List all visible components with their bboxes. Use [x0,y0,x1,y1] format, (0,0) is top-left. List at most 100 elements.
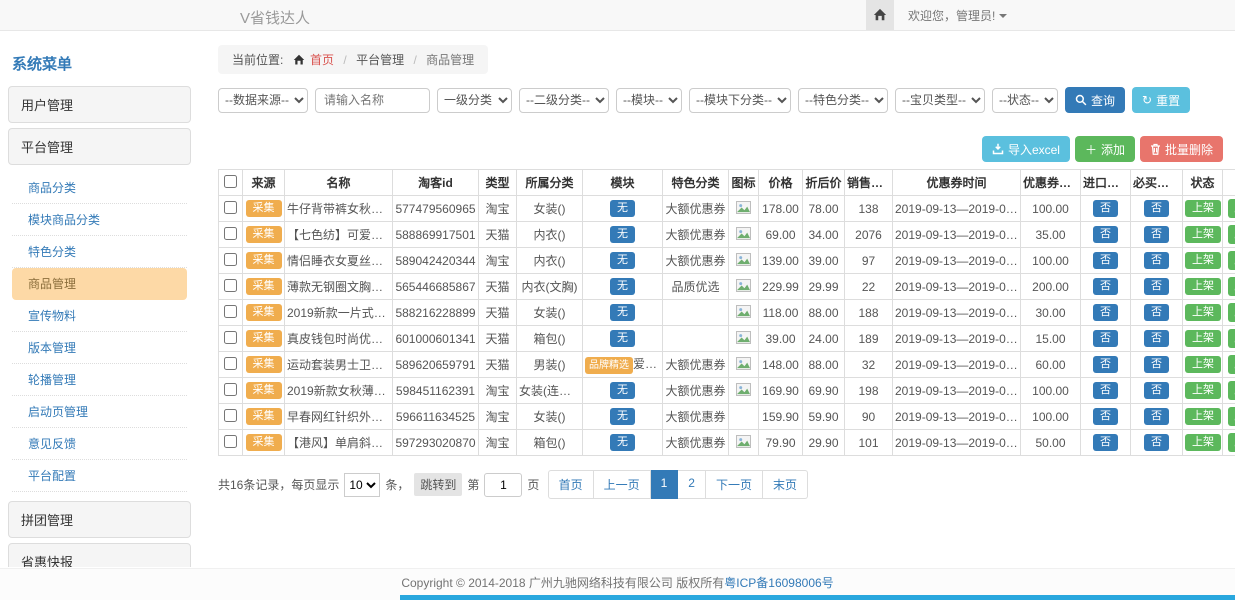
page-number-input[interactable] [484,473,522,497]
import-select-badge[interactable]: 否 [1093,356,1118,373]
batch-delete-button[interactable]: 批量删除 [1140,136,1223,162]
status-badge[interactable]: 上架 [1185,382,1221,399]
import-select-badge[interactable]: 否 [1093,434,1118,451]
edit-button[interactable] [1228,433,1235,452]
must-buy-badge[interactable]: 否 [1144,304,1169,321]
filter-select-5[interactable]: --特色分类-- [798,88,888,113]
import-select-badge[interactable]: 否 [1093,226,1118,243]
row-checkbox[interactable] [224,201,237,214]
sidebar-item-10[interactable]: 意见反馈 [12,428,187,460]
sidebar-group-1[interactable]: 平台管理 [8,128,191,165]
sidebar-item-8[interactable]: 轮播管理 [12,364,187,396]
import-select-badge[interactable]: 否 [1093,382,1118,399]
sidebar-item-3[interactable]: 模块商品分类 [12,204,187,236]
row-checkbox[interactable] [224,435,237,448]
status-badge[interactable]: 上架 [1185,304,1221,321]
row-checkbox[interactable] [224,357,237,370]
select-all-checkbox[interactable] [224,175,237,188]
page-button-末页[interactable]: 末页 [763,470,808,499]
must-buy-badge[interactable]: 否 [1144,252,1169,269]
page-button-下一页[interactable]: 下一页 [706,470,763,499]
status-badge[interactable]: 上架 [1185,226,1221,243]
must-buy-badge[interactable]: 否 [1144,226,1169,243]
must-buy-badge[interactable]: 否 [1144,382,1169,399]
status-badge[interactable]: 上架 [1185,278,1221,295]
must-buy-badge[interactable]: 否 [1144,408,1169,425]
status-badge[interactable]: 上架 [1185,356,1221,373]
sidebar-item-6[interactable]: 宣传物料 [12,300,187,332]
search-button[interactable]: 查询 [1065,87,1125,113]
jump-button[interactable]: 跳转到 [414,473,462,496]
filter-select-2[interactable]: --二级分类-- [519,88,609,113]
import-excel-button[interactable]: 导入excel [982,136,1070,162]
import-select-badge[interactable]: 否 [1093,278,1118,295]
filter-select-7[interactable]: --状态-- [992,88,1058,113]
import-select-badge[interactable]: 否 [1093,304,1118,321]
status-badge[interactable]: 上架 [1185,330,1221,347]
row-checkbox[interactable] [224,383,237,396]
user-menu[interactable]: 欢迎您，管理员! [908,7,1007,24]
feature-category: 大额优惠券 [663,430,729,456]
row-checkbox[interactable] [224,409,237,422]
sidebar-item-9[interactable]: 启动页管理 [12,396,187,428]
sidebar-item-4[interactable]: 特色分类 [12,236,187,268]
import-select-badge[interactable]: 否 [1093,252,1118,269]
edit-button[interactable] [1228,199,1235,218]
filter-select-0[interactable]: --数据来源-- [218,88,308,113]
sidebar-group-13[interactable]: 省惠快报 [8,543,191,567]
edit-button[interactable] [1228,303,1235,322]
page-button-1[interactable]: 1 [651,470,679,499]
must-buy-badge[interactable]: 否 [1144,200,1169,217]
sidebar-item-5[interactable]: 商品管理 [12,268,187,300]
sidebar-group-12[interactable]: 拼团管理 [8,501,191,538]
row-checkbox[interactable] [224,227,237,240]
must-buy-badge[interactable]: 否 [1144,356,1169,373]
home-button[interactable] [866,0,894,30]
status-badge[interactable]: 上架 [1185,434,1221,451]
sidebar-item-7[interactable]: 版本管理 [12,332,187,364]
per-page-select[interactable]: 10 [344,473,380,497]
edit-button[interactable] [1228,225,1235,244]
must-buy-badge[interactable]: 否 [1144,434,1169,451]
breadcrumb-item-current: 商品管理 [426,53,474,67]
chevron-down-icon [999,14,1007,18]
status-badge[interactable]: 上架 [1185,408,1221,425]
edit-button[interactable] [1228,381,1235,400]
edit-button[interactable] [1228,407,1235,426]
filter-select-4[interactable]: --模块下分类-- [689,88,791,113]
breadcrumb-home-link[interactable]: 首页 [310,53,334,67]
row-checkbox[interactable] [224,305,237,318]
import-select-badge[interactable]: 否 [1093,200,1118,217]
reset-button[interactable]: ↻ 重置 [1132,87,1190,113]
row-checkbox[interactable] [224,279,237,292]
edit-button[interactable] [1228,329,1235,348]
must-buy-badge[interactable]: 否 [1144,330,1169,347]
page-button-上一页[interactable]: 上一页 [594,470,651,499]
filter-select-6[interactable]: --宝贝类型-- [895,88,985,113]
filter-select-3[interactable]: --模块-- [616,88,682,113]
status-badge[interactable]: 上架 [1185,252,1221,269]
category: 内衣() [517,222,583,248]
page-button-首页[interactable]: 首页 [548,470,594,499]
import-select-badge[interactable]: 否 [1093,330,1118,347]
row-checkbox[interactable] [224,331,237,344]
icp-link[interactable]: 粤ICP备16098006号 [724,576,833,590]
add-button[interactable]: ＋ 添加 [1075,136,1135,162]
page-button-2[interactable]: 2 [678,470,706,499]
filter-select-1[interactable]: 一级分类 [437,88,512,113]
edit-button[interactable] [1228,251,1235,270]
source-badge: 采集 [246,408,282,425]
edit-button[interactable] [1228,355,1235,374]
actions-cell [1223,222,1235,248]
sidebar-group-0[interactable]: 用户管理 [8,86,191,123]
row-checkbox[interactable] [224,253,237,266]
status-badge[interactable]: 上架 [1185,200,1221,217]
column-header: 模块 [583,170,663,196]
must-buy-badge[interactable]: 否 [1144,278,1169,295]
import-select-badge[interactable]: 否 [1093,408,1118,425]
sales-count: 2076 [845,222,893,248]
name-search-input[interactable] [315,88,430,113]
edit-button[interactable] [1228,277,1235,296]
sidebar-item-11[interactable]: 平台配置 [12,460,187,492]
sidebar-item-2[interactable]: 商品分类 [12,172,187,204]
